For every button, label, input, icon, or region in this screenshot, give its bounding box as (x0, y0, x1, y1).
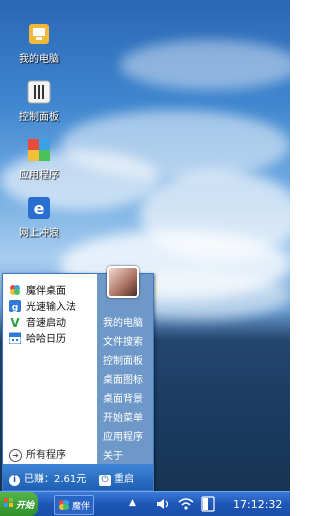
start-menu-system-pane: 我的电脑 文件搜索 控制面板 桌面图标 桌面背景 开始菜单 应用程序 关于 (97, 266, 153, 464)
start-menu-footer: i 已赚：2.61元 ⏻ 重启 (3, 464, 153, 490)
start-button[interactable]: 开始 (0, 492, 38, 516)
start-menu-item-mobo-desktop[interactable]: 魔伴桌面 (9, 282, 97, 297)
desktop-icon-label: 网上冲浪 (19, 228, 59, 239)
system-item-applications[interactable]: 应用程序 (103, 428, 143, 443)
start-menu-item-label: 光速输入法 (26, 302, 76, 313)
start-menu-apps-pane: 魔伴桌面 g 光速输入法 V 音速启动 哈哈日历 ➔ 所有程序 (3, 274, 97, 464)
input-method-icon: g (9, 299, 21, 313)
svg-text:e: e (34, 199, 45, 218)
taskbar-item-label: 魔伴 (72, 502, 91, 512)
system-item-desktop-icons[interactable]: 桌面图标 (103, 371, 143, 386)
arrow-right-icon: ➔ (9, 449, 22, 462)
applications-icon (27, 138, 51, 162)
system-item-control-panel[interactable]: 控制面板 (103, 352, 143, 367)
earnings-display: i 已赚：2.61元 (9, 470, 86, 486)
system-item-desktop-background[interactable]: 桌面背景 (103, 390, 143, 405)
start-menu-item-input-method[interactable]: g 光速输入法 (9, 298, 97, 313)
clock[interactable]: 17:12:32 (233, 498, 282, 511)
quick-launch-icon: V (9, 316, 21, 330)
taskbar: 开始 魔伴 ▲ 17:12:32 (0, 491, 290, 516)
svg-text:g: g (12, 303, 18, 312)
restart-button[interactable]: ⏻ 重启 (99, 470, 134, 486)
start-menu: 魔伴桌面 g 光速输入法 V 音速启动 哈哈日历 ➔ 所有程序 我的电脑 文件搜索… (2, 266, 154, 491)
earnings-label: 已赚：2.61元 (24, 474, 87, 485)
volume-icon[interactable] (156, 497, 170, 514)
wifi-icon[interactable] (178, 497, 194, 514)
desktop-icon-label: 控制面板 (19, 112, 59, 123)
system-item-file-search[interactable]: 文件搜索 (103, 333, 143, 348)
power-icon: ⏻ (99, 475, 111, 486)
all-programs-button[interactable]: ➔ 所有程序 (9, 446, 66, 462)
control-panel-icon (27, 80, 51, 104)
start-menu-item-quick-launch[interactable]: V 音速启动 (9, 314, 97, 330)
taskbar-item-mobo[interactable]: 魔伴 (54, 495, 94, 515)
svg-text:V: V (10, 316, 20, 328)
windows-flag-icon (4, 498, 14, 508)
desktop-icon-applications[interactable]: 应用程序 (6, 138, 72, 181)
system-tray: 17:12:32 (152, 492, 290, 516)
system-item-start-menu[interactable]: 开始菜单 (103, 409, 143, 424)
desktop-icon-control-panel[interactable]: 控制面板 (6, 80, 72, 123)
desktop-icon-label: 我的电脑 (19, 54, 59, 65)
info-icon: i (9, 475, 20, 486)
start-menu-item-label: 魔伴桌面 (26, 286, 66, 297)
mobo-desktop-icon (9, 284, 21, 296)
user-avatar[interactable] (107, 266, 139, 298)
all-programs-label: 所有程序 (26, 450, 66, 461)
computer-icon (27, 22, 51, 46)
desktop-icon-browser[interactable]: e 网上冲浪 (6, 196, 72, 239)
desktop-icon-my-computer[interactable]: 我的电脑 (6, 22, 72, 65)
system-item-about[interactable]: 关于 (103, 447, 123, 462)
ie-browser-icon: e (27, 196, 51, 220)
start-menu-item-label: 哈哈日历 (26, 334, 66, 345)
tray-expand-arrow[interactable]: ▲ (129, 498, 136, 508)
battery-icon[interactable] (200, 496, 218, 515)
system-item-my-computer[interactable]: 我的电脑 (103, 314, 143, 329)
start-menu-item-label: 音速启动 (26, 318, 66, 329)
restart-label: 重启 (114, 474, 134, 485)
start-button-label: 开始 (16, 501, 35, 511)
mobo-desktop-icon (58, 499, 70, 511)
desktop-icon-label: 应用程序 (19, 170, 59, 181)
start-menu-item-calendar[interactable]: 哈哈日历 (8, 330, 97, 345)
calendar-icon (8, 332, 22, 344)
